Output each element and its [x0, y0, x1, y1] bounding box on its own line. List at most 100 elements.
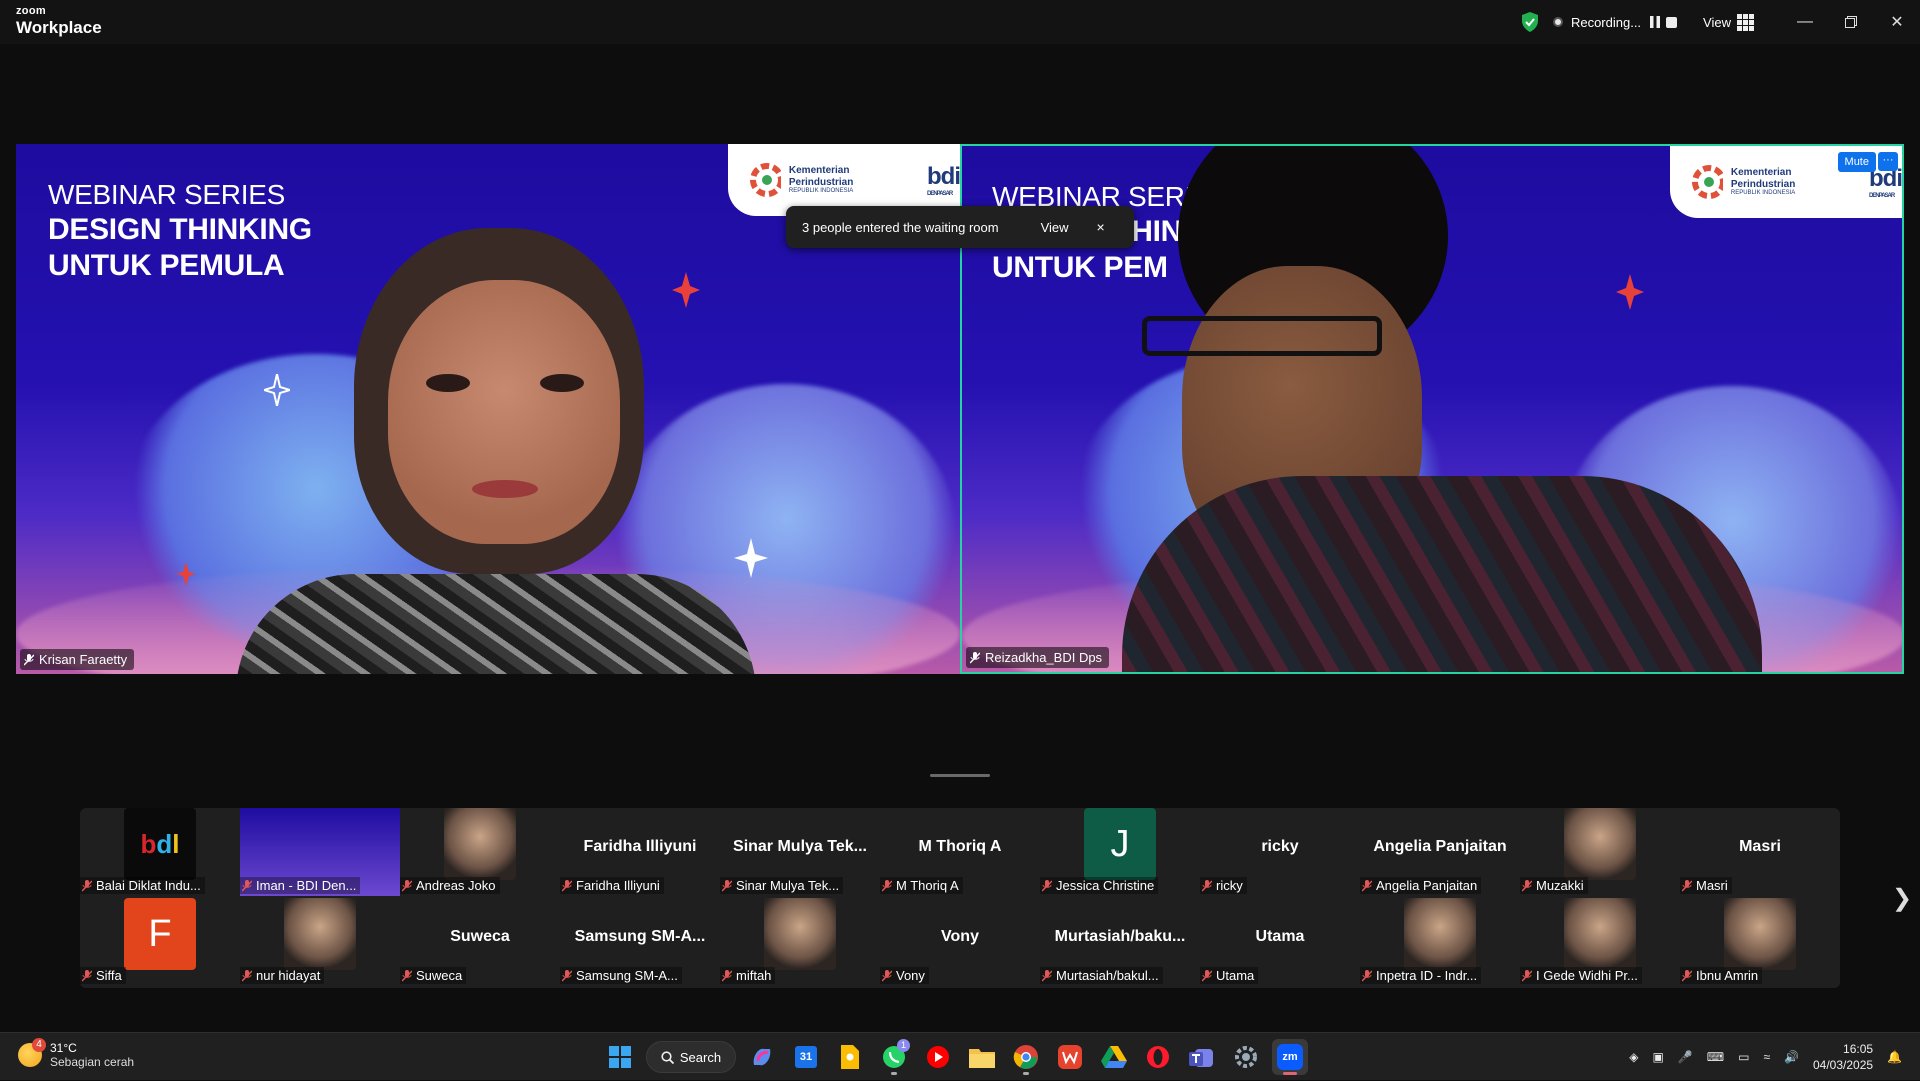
sparkle-icon [734, 538, 768, 578]
tray-app2-icon[interactable]: ▣ [1652, 1050, 1663, 1064]
youtube-app[interactable] [920, 1039, 956, 1075]
resize-handle[interactable] [930, 774, 990, 777]
participant-thumbnail: bdl [124, 808, 196, 880]
settings-app[interactable] [1228, 1039, 1264, 1075]
participant-thumbnail [1404, 898, 1476, 970]
bdi-logo: bdi DENPASAR [927, 163, 960, 197]
display-icon[interactable]: ▭ [1738, 1050, 1749, 1064]
participant-tile[interactable]: Muzakki [1520, 808, 1680, 896]
close-icon[interactable]: ✕ [1874, 0, 1920, 44]
copilot-app[interactable] [744, 1039, 780, 1075]
temperature: 31°C [50, 1041, 77, 1055]
participant-tile[interactable]: Masri Masri [1680, 808, 1840, 896]
stop-recording-icon[interactable] [1665, 16, 1677, 28]
mic-muted-icon [1042, 969, 1052, 981]
wps-office-icon [1058, 1045, 1082, 1069]
wifi-icon[interactable]: ≈ [1763, 1050, 1770, 1064]
sparkle-icon [1616, 274, 1644, 310]
opera-app[interactable] [1140, 1039, 1176, 1075]
participant-thumbnail [1564, 808, 1636, 880]
youtube-icon [927, 1046, 949, 1068]
participant-display-name: Masri [1739, 838, 1781, 855]
participant-tile[interactable]: Utama Utama [1200, 898, 1360, 986]
bdi-sub: DENPASAR [1869, 193, 1895, 199]
whatsapp-app[interactable]: 1 [876, 1039, 912, 1075]
participant-tile[interactable]: Sinar Mulya Tek... Sinar Mulya Tek... [720, 808, 880, 896]
drive-app[interactable] [1096, 1039, 1132, 1075]
restore-icon[interactable] [1828, 0, 1874, 44]
participant-name: Samsung SM-A... [576, 968, 678, 983]
participant-thumbnail [1724, 898, 1796, 970]
participant-tile[interactable]: Suweca Suweca [400, 898, 560, 986]
participant-tile[interactable]: J Jessica Christine [1040, 808, 1200, 896]
participant-label: Andreas Joko [400, 877, 500, 894]
gallery-grid-icon[interactable] [1737, 13, 1754, 31]
participant-name: Murtasiah/bakul... [1056, 968, 1159, 983]
participant-name: Reizadkha_BDI Dps [985, 650, 1103, 665]
participant-tile[interactable]: F Siffa [80, 898, 240, 986]
view-button[interactable]: View [1703, 15, 1731, 30]
participant-tile[interactable]: miftah [720, 898, 880, 986]
participant-name: Balai Diklat Indu... [96, 878, 201, 893]
participant-tile[interactable]: ricky ricky [1200, 808, 1360, 896]
keyboard-icon[interactable]: ⌨ [1707, 1050, 1724, 1064]
waiting-room-toast: 3 people entered the waiting room View × [786, 206, 1134, 248]
file-explorer-app[interactable] [964, 1039, 1000, 1075]
google-drive-icon [1101, 1046, 1127, 1068]
participant-tile[interactable]: Ibnu Amrin [1680, 898, 1840, 986]
opera-icon [1147, 1046, 1169, 1068]
kemenperin-name: Kementerian Perindustrian [1730, 167, 1796, 190]
encryption-shield-icon[interactable] [1521, 12, 1539, 32]
mic-muted-icon [1682, 969, 1692, 981]
participant-tile[interactable]: nur hidayat [240, 898, 400, 986]
calendar-app[interactable]: 31 [788, 1039, 824, 1075]
wps-app[interactable] [1052, 1039, 1088, 1075]
teams-app[interactable] [1184, 1039, 1220, 1075]
weather-description: Sebagian cerah [50, 1055, 135, 1069]
mic-muted-icon [24, 653, 34, 665]
participant-tile[interactable]: Faridha Illiyuni Faridha Illiyuni [560, 808, 720, 896]
next-page-chevron-icon[interactable]: ❯ [1892, 884, 1912, 913]
participant-thumbnail [284, 898, 356, 970]
participant-strip: bdl Balai Diklat Indu... Iman - BDI Den...… [80, 808, 1840, 988]
volume-icon[interactable]: 🔊 [1784, 1050, 1799, 1064]
search-icon [661, 1050, 674, 1064]
participant-tile[interactable]: Murtasiah/baku... Murtasiah/bakul... [1040, 898, 1200, 986]
keep-app[interactable] [832, 1039, 868, 1075]
more-options-button[interactable]: ··· [1878, 152, 1898, 171]
participant-name: Andreas Joko [416, 878, 496, 893]
participant-tile[interactable]: Vony Vony [880, 898, 1040, 986]
participant-tile[interactable]: Angelia Panjaitan Angelia Panjaitan [1360, 808, 1520, 896]
participant-label: nur hidayat [240, 967, 325, 984]
participant-tile[interactable]: Samsung SM-A... Samsung SM-A... [560, 898, 720, 986]
tray-app-icon[interactable]: ◈ [1629, 1050, 1638, 1064]
avatar-letter: J [1084, 808, 1156, 880]
participant-tile[interactable]: Andreas Joko [400, 808, 560, 896]
participant-name: Vony [896, 968, 925, 983]
participant-tile[interactable]: I Gede Widhi Pr... [1520, 898, 1680, 986]
notification-bell-icon[interactable]: 🔔 [1887, 1050, 1902, 1064]
chrome-app[interactable] [1008, 1039, 1044, 1075]
participant-tile[interactable]: Iman - BDI Den... [240, 808, 400, 896]
toast-view-button[interactable]: View [1031, 216, 1079, 239]
clock[interactable]: 16:05 04/03/2025 [1813, 1041, 1873, 1073]
pause-recording-icon[interactable] [1649, 16, 1661, 28]
weather-widget[interactable]: 4 31°C Sebagian cerah [18, 1038, 135, 1069]
participant-tile[interactable]: Inpetra ID - Indr... [1360, 898, 1520, 986]
participant-label: Ibnu Amrin [1680, 967, 1763, 984]
participant-tile[interactable]: M Thoriq A M Thoriq A [880, 808, 1040, 896]
minimize-icon[interactable]: — [1782, 0, 1828, 44]
zoom-icon: zm [1277, 1044, 1303, 1070]
participant-thumbnail [764, 898, 836, 970]
zoom-app[interactable]: zm [1272, 1039, 1308, 1075]
recording-dot-icon [1552, 17, 1563, 27]
start-button[interactable] [602, 1039, 638, 1075]
participant-tile[interactable]: bdl Balai Diklat Indu... [80, 808, 240, 896]
toast-close-icon[interactable]: × [1097, 219, 1105, 235]
participant-name: nur hidayat [256, 968, 321, 983]
participant-name: Inpetra ID - Indr... [1376, 968, 1478, 983]
microphone-icon[interactable]: 🎤 [1678, 1050, 1693, 1064]
taskbar-search[interactable]: Search [646, 1041, 736, 1073]
participant-name: Angelia Panjaitan [1376, 878, 1478, 893]
mute-button[interactable]: Mute [1837, 152, 1876, 172]
